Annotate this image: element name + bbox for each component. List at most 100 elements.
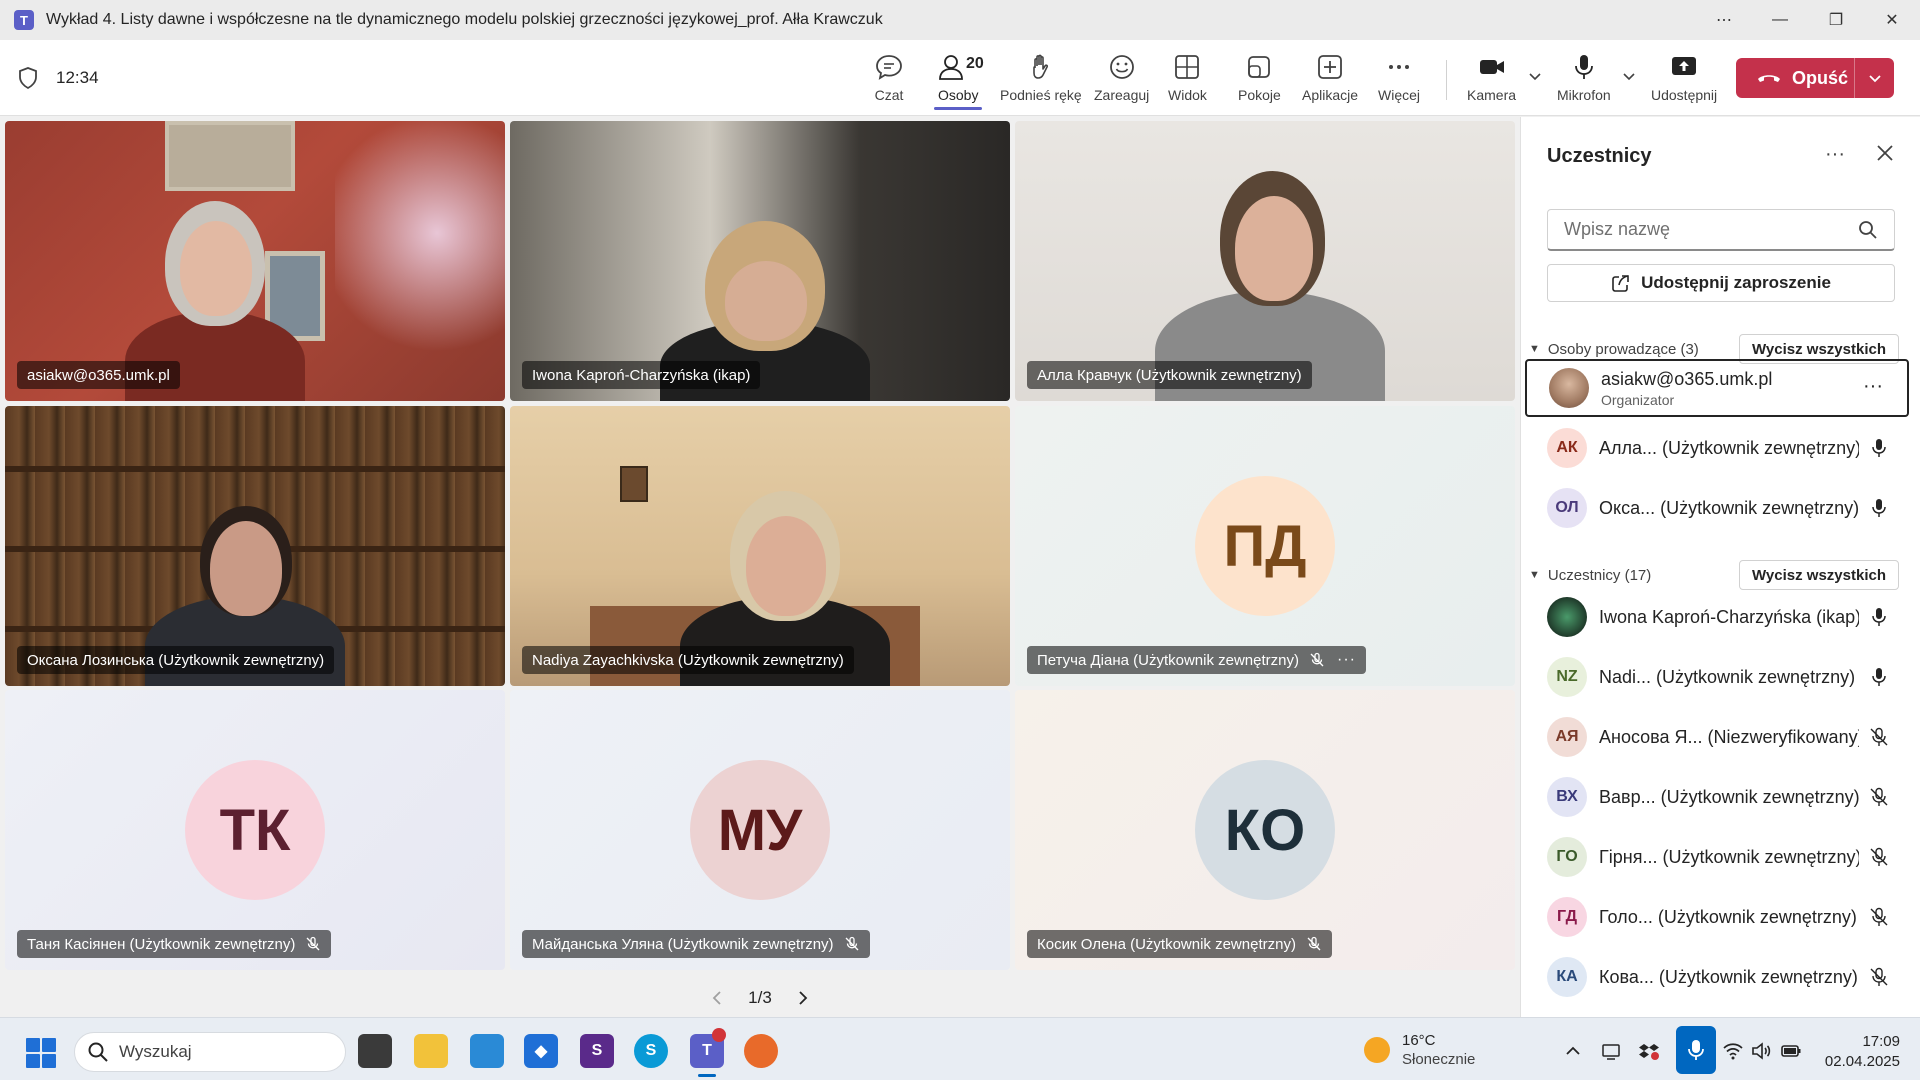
video-tile[interactable]: ПД Петуча Діана (Użytkownik zewnętrzny) … xyxy=(1015,406,1515,686)
participant-name: Iwona Kaproń-Charzyńska (ikap) xyxy=(1599,606,1859,627)
mic-off-icon xyxy=(1870,847,1888,866)
participant-row[interactable]: asiakw@o365.umk.pl Organizator ··· xyxy=(1525,359,1909,417)
chat-button[interactable]: Czat xyxy=(874,48,904,108)
participant-row[interactable]: АК Алла... (Użytkownik zewnętrzny) xyxy=(1525,419,1909,477)
minimize-icon[interactable]: — xyxy=(1752,0,1808,40)
video-tile[interactable]: Оксана Лозинська (Użytkownik zewnętrzny) xyxy=(5,406,505,686)
participant-name: Окса... (Użytkownik zewnętrzny) xyxy=(1599,497,1859,518)
window-more-icon[interactable]: ⋯ xyxy=(1696,0,1752,40)
participant-name: asiakw@o365.umk.pl xyxy=(1601,368,1773,389)
video-tile[interactable]: Nadiya Zayachkivska (Użytkownik zewnętrz… xyxy=(510,406,1010,686)
microphone-icon xyxy=(1872,608,1886,626)
view-label: Widok xyxy=(1168,87,1207,103)
video-tile[interactable]: Iwona Kaproń-Charzyńska (ikap) xyxy=(510,121,1010,401)
device-icon[interactable] xyxy=(1600,1040,1622,1062)
rooms-icon xyxy=(1248,56,1271,78)
video-tile[interactable]: КО Косик Олена (Użytkownik zewnętrzny) xyxy=(1015,690,1515,970)
emoji-icon xyxy=(1109,55,1134,79)
rooms-button[interactable]: Pokoje xyxy=(1238,48,1281,108)
participant-row[interactable]: ГД Голо... (Użytkownik zewnętrzny) xyxy=(1525,888,1909,946)
people-label: Osoby xyxy=(938,87,979,103)
dropbox-icon[interactable]: ◆ xyxy=(524,1034,558,1068)
participant-row[interactable]: NZ Nadi... (Użytkownik zewnętrzny) xyxy=(1525,648,1909,706)
prev-page-icon[interactable] xyxy=(710,989,724,1007)
leave-options-chevron-icon[interactable] xyxy=(1855,58,1894,98)
rooms-label: Pokoje xyxy=(1238,87,1281,103)
leave-main-button[interactable]: Opuść xyxy=(1736,58,1854,98)
mic-off-icon xyxy=(845,936,859,951)
windows-start-icon[interactable] xyxy=(26,1038,56,1068)
participant-name: Голо... (Użytkownik zewnętrzny) xyxy=(1599,906,1857,927)
dropbox-tray-icon[interactable] xyxy=(1638,1040,1660,1062)
battery-icon[interactable] xyxy=(1780,1040,1802,1062)
share-screen-icon xyxy=(1672,57,1697,75)
close-window-icon[interactable]: ✕ xyxy=(1864,0,1920,40)
share-invite-button[interactable]: Udostępnij zaproszenie xyxy=(1547,264,1895,302)
more-button[interactable]: Więcej xyxy=(1378,48,1420,108)
attendees-section-header[interactable]: ▼ Uczestnicy (17) Wycisz wszystkich xyxy=(1529,560,1899,590)
panel-more-icon[interactable]: ··· xyxy=(1825,143,1845,166)
video-tile[interactable]: Алла Кравчук (Użytkownik zewnętrzny) xyxy=(1015,121,1515,401)
participant-row[interactable]: АЯ Аносова Я... (Niezweryfikowany) xyxy=(1525,708,1909,766)
avatar: АК xyxy=(1547,428,1587,468)
participant-row[interactable]: Iwona Kaproń-Charzyńska (ikap) xyxy=(1525,588,1909,646)
participant-row[interactable]: ОЛ Окса... (Użytkownik zewnętrzny) xyxy=(1525,479,1909,537)
video-tile[interactable]: ТК Таня Касіянен (Użytkownik zewnętrzny) xyxy=(5,690,505,970)
chevron-up-icon[interactable] xyxy=(1562,1040,1584,1062)
teams-notification-badge xyxy=(712,1028,726,1042)
mic-off-icon xyxy=(1870,907,1888,926)
app-s-icon[interactable]: S xyxy=(580,1034,614,1068)
camera-icon xyxy=(1479,60,1504,74)
system-clock[interactable]: 17:09 02.04.2025 xyxy=(1810,1032,1900,1072)
tile-more-icon[interactable]: ··· xyxy=(1337,651,1356,669)
participant-row[interactable]: ВХ Вавр... (Użytkownik zewnętrzny) xyxy=(1525,768,1909,826)
leave-button[interactable]: Opuść xyxy=(1736,58,1894,98)
volume-icon[interactable] xyxy=(1750,1040,1772,1062)
file-explorer-icon[interactable] xyxy=(414,1034,448,1068)
people-button[interactable]: 20 Osoby xyxy=(934,48,984,110)
mic-button[interactable]: Mikrofon xyxy=(1557,48,1611,108)
mic-in-use-tray-icon[interactable] xyxy=(1676,1026,1716,1074)
participant-name: Nadi... (Użytkownik zewnętrzny) xyxy=(1599,666,1856,687)
participant-search-input[interactable] xyxy=(1564,219,1854,240)
edge-browser-icon[interactable] xyxy=(470,1034,504,1068)
apps-button[interactable]: Aplikacje xyxy=(1302,48,1358,108)
collapse-triangle-icon: ▼ xyxy=(1529,343,1540,355)
avatar: NZ xyxy=(1547,657,1587,697)
search-icon xyxy=(88,1042,108,1062)
tile-name-label: Майданська Уляна (Użytkownik zewnętrzny) xyxy=(522,930,870,958)
weather-widget[interactable]: 16°C Słonecznie xyxy=(1364,1032,1475,1068)
video-tile[interactable]: МУ Майданська Уляна (Użytkownik zewnętrz… xyxy=(510,690,1010,970)
sun-icon xyxy=(1364,1037,1390,1063)
camera-button[interactable]: Kamera xyxy=(1467,48,1516,108)
participant-row[interactable]: ГО Гірня... (Użytkownik zewnętrzny) xyxy=(1525,828,1909,886)
mute-all-attendees-button[interactable]: Wycisz wszystkich xyxy=(1739,560,1899,590)
share-button[interactable]: Udostępnij xyxy=(1651,48,1717,108)
mic-options-chevron-icon[interactable] xyxy=(1621,68,1637,84)
wifi-icon[interactable] xyxy=(1722,1040,1744,1062)
react-button[interactable]: Zareaguj xyxy=(1094,48,1149,108)
avatar xyxy=(1549,368,1589,408)
clock-date: 02.04.2025 xyxy=(1824,1053,1900,1070)
more-icon xyxy=(1389,65,1409,69)
participant-role: Organizator xyxy=(1601,391,1675,408)
camera-options-chevron-icon[interactable] xyxy=(1527,68,1543,84)
weather-description: Słonecznie xyxy=(1402,1051,1476,1068)
close-panel-icon[interactable] xyxy=(1875,143,1895,163)
next-page-icon[interactable] xyxy=(796,989,810,1007)
video-tile[interactable]: asiakw@o365.umk.pl xyxy=(5,121,505,401)
mic-off-icon xyxy=(1870,967,1888,986)
share-label: Udostępnij xyxy=(1651,87,1718,103)
firefox-icon[interactable] xyxy=(744,1034,778,1068)
taskbar-search[interactable]: Wyszukaj xyxy=(74,1032,346,1072)
video-grid: asiakw@o365.umk.pl Iwona Kaproń-Charzyńs… xyxy=(0,117,1518,1017)
raise-hand-button[interactable]: Podnieś rękę xyxy=(1000,48,1082,108)
skype-icon[interactable]: S xyxy=(634,1034,668,1068)
restore-icon[interactable]: ❐ xyxy=(1808,0,1864,40)
view-button[interactable]: Widok xyxy=(1168,48,1207,108)
task-view-icon[interactable] xyxy=(358,1034,392,1068)
participant-more-icon[interactable]: ··· xyxy=(1863,375,1883,398)
react-label: Zareaguj xyxy=(1094,87,1150,103)
participant-row[interactable]: КА Кова... (Użytkownik zewnętrzny) xyxy=(1525,948,1909,1006)
gallery-pager: 1/3 xyxy=(710,983,810,1013)
